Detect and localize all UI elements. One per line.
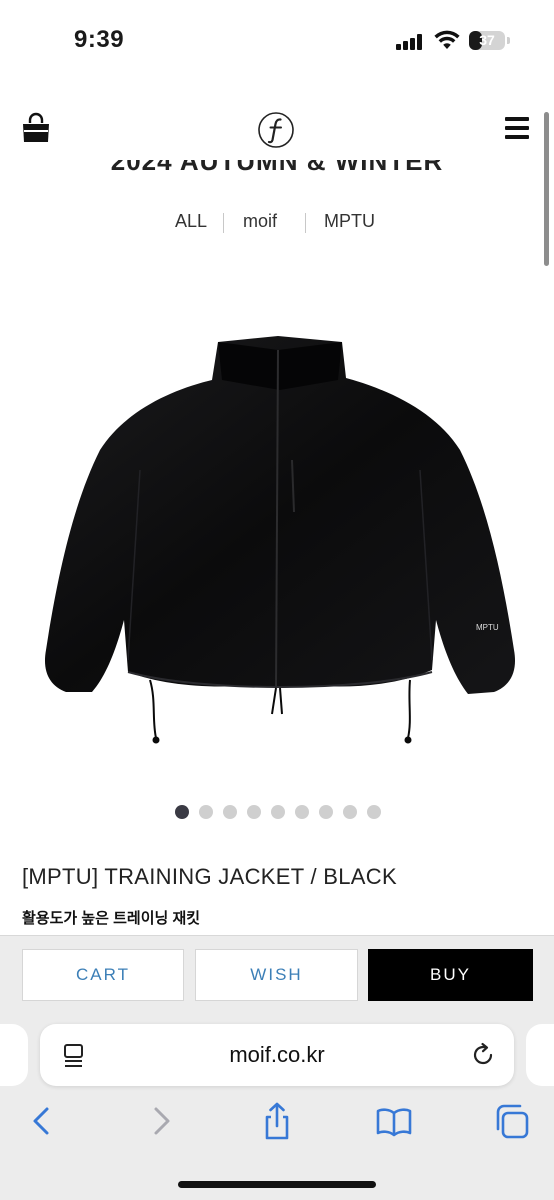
- address-bar[interactable]: moif.co.kr: [40, 1024, 514, 1086]
- cellular-signal-icon: [396, 34, 424, 50]
- next-tab-peek[interactable]: [526, 1024, 554, 1086]
- product-subtitle: 활용도가 높은 트레이닝 재킷: [22, 910, 201, 927]
- battery-level: 37: [479, 32, 495, 48]
- carousel-dot[interactable]: [223, 805, 237, 819]
- carousel-dot[interactable]: [367, 805, 381, 819]
- back-icon[interactable]: [24, 1101, 60, 1141]
- tabs-icon[interactable]: [494, 1101, 530, 1141]
- carousel-dot[interactable]: [319, 805, 333, 819]
- hamburger-menu-icon[interactable]: [505, 117, 529, 139]
- category-filter: ALL moif MPTU: [0, 208, 554, 238]
- cart-button[interactable]: CART: [22, 949, 184, 1001]
- home-indicator[interactable]: [178, 1181, 376, 1188]
- browser-bar: moif.co.kr: [0, 1017, 554, 1200]
- sleeve-print-text: MPTU: [476, 623, 499, 632]
- category-mptu[interactable]: MPTU: [324, 211, 375, 232]
- carousel-dot[interactable]: [199, 805, 213, 819]
- product-title: [MPTU] TRAINING JACKET / BLACK: [22, 864, 397, 889]
- carousel-dot[interactable]: [295, 805, 309, 819]
- category-divider: [223, 213, 224, 233]
- page-scrollbar[interactable]: [544, 112, 549, 266]
- share-icon[interactable]: [259, 1101, 295, 1141]
- shopping-bag-icon[interactable]: [20, 112, 52, 144]
- bookmarks-icon[interactable]: [376, 1101, 412, 1141]
- purchase-action-bar: CART WISH BUY: [0, 935, 554, 1017]
- status-bar: 9:39 37: [0, 0, 554, 80]
- category-all[interactable]: ALL: [175, 211, 207, 232]
- moif-logo[interactable]: [257, 111, 295, 149]
- category-moif[interactable]: moif: [243, 211, 277, 232]
- wish-button[interactable]: WISH: [195, 949, 358, 1001]
- season-title: 2024 AUTUMN & WINTER: [110, 160, 444, 176]
- forward-icon[interactable]: [143, 1101, 179, 1141]
- wifi-icon: [434, 30, 460, 49]
- carousel-dots: [0, 805, 554, 821]
- url-text[interactable]: moif.co.kr: [40, 1042, 514, 1068]
- carousel-dot[interactable]: [271, 805, 285, 819]
- carousel-dot[interactable]: [175, 805, 189, 819]
- battery-icon: 37: [469, 31, 505, 50]
- buy-button[interactable]: BUY: [368, 949, 533, 1001]
- carousel-dot[interactable]: [343, 805, 357, 819]
- carousel-dot[interactable]: [247, 805, 261, 819]
- category-divider: [305, 213, 306, 233]
- previous-tab-peek[interactable]: [0, 1024, 28, 1086]
- site-header: [0, 100, 554, 160]
- reload-icon[interactable]: [470, 1042, 496, 1068]
- status-time: 9:39: [74, 26, 125, 53]
- product-image[interactable]: MPTU: [40, 320, 520, 760]
